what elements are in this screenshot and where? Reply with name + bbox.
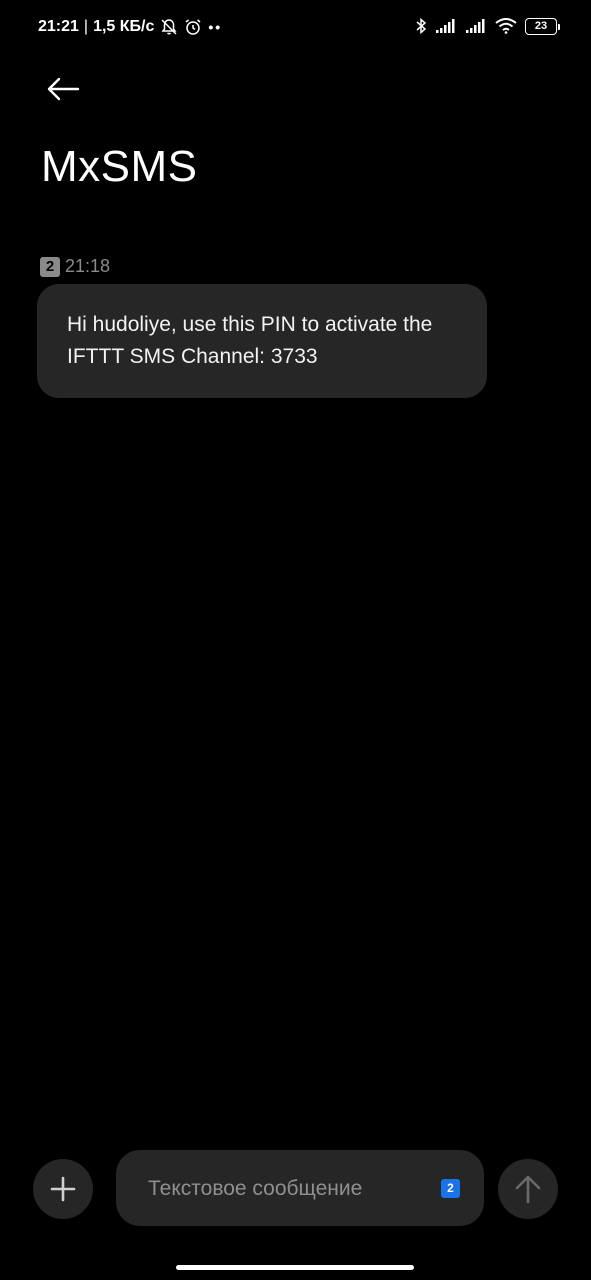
home-indicator[interactable]: [176, 1265, 414, 1270]
status-time: 21:21: [38, 18, 79, 35]
bluetooth-icon: [416, 17, 427, 35]
status-right: 23: [415, 17, 560, 35]
sim-badge: 2: [40, 256, 60, 277]
add-attachment-button[interactable]: [33, 1159, 93, 1219]
signal-icon: [466, 19, 485, 33]
battery-icon: 23: [525, 17, 560, 35]
message-meta: 2 21:18: [40, 256, 110, 277]
arrow-left-icon: [47, 77, 80, 101]
back-button[interactable]: [40, 70, 86, 108]
message-text: Hi hudoliye, use this PIN to activate th…: [67, 313, 433, 368]
message-bubble[interactable]: Hi hudoliye, use this PIN to activate th…: [37, 284, 487, 398]
status-bar: 21:21 | 1,5 КБ/с •• 23: [0, 0, 591, 56]
arrow-up-icon: [515, 1175, 541, 1204]
alarm-icon: [185, 19, 201, 35]
wifi-icon: [495, 18, 517, 34]
page-title: MxSMS: [41, 142, 198, 191]
status-left: 21:21 | 1,5 КБ/с ••: [38, 18, 222, 36]
signal-icon: [436, 19, 455, 33]
send-button[interactable]: [498, 1159, 558, 1219]
network-speed: 1,5 КБ/с: [93, 18, 155, 35]
message-time: 21:18: [65, 256, 111, 276]
more-dots-icon: ••: [208, 19, 223, 35]
message-input[interactable]: Текстовое сообщение 2: [116, 1150, 484, 1226]
notifications-muted-icon: [161, 19, 177, 35]
plus-icon: [50, 1176, 76, 1202]
message-placeholder: Текстовое сообщение: [148, 1177, 363, 1200]
status-separator: |: [83, 18, 89, 35]
sim-select-badge[interactable]: 2: [441, 1179, 460, 1198]
